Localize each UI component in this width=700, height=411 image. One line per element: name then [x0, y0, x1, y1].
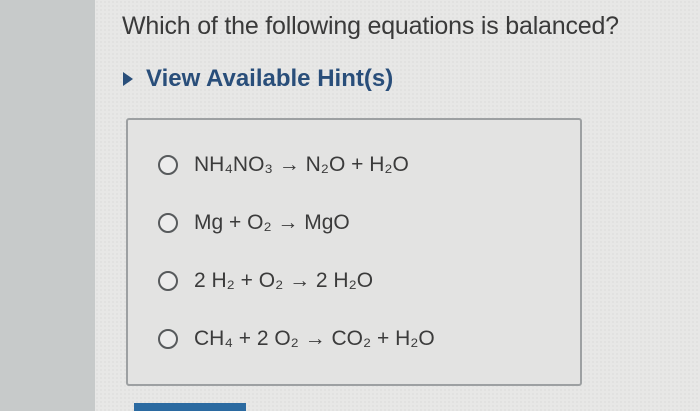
radio-button[interactable]: [158, 155, 178, 175]
question-text: Which of the following equations is bala…: [122, 12, 619, 40]
radio-button[interactable]: [158, 213, 178, 233]
answer-option-label: NH₄NO₃ → N₂O + H₂O: [194, 153, 409, 176]
answer-option-label: CH₄ + 2 O₂ → CO₂ + H₂O: [194, 327, 435, 350]
view-hints-toggle[interactable]: View Available Hint(s): [118, 62, 393, 96]
answer-option[interactable]: 2 H₂ + O₂ → 2 H₂O: [158, 266, 373, 296]
answer-option[interactable]: Mg + O₂ → MgO: [158, 208, 350, 238]
answer-option-label: Mg + O₂ → MgO: [194, 211, 350, 234]
caret-right-icon: [118, 62, 138, 96]
answer-option[interactable]: NH₄NO₃ → N₂O + H₂O: [158, 150, 409, 180]
radio-button[interactable]: [158, 329, 178, 349]
answer-option[interactable]: CH₄ + 2 O₂ → CO₂ + H₂O: [158, 324, 435, 354]
submit-button[interactable]: [134, 403, 246, 411]
view-hints-label: View Available Hint(s): [146, 65, 394, 92]
left-margin: [0, 0, 95, 411]
answer-option-label: 2 H₂ + O₂ → 2 H₂O: [194, 269, 374, 292]
answer-options: NH₄NO₃ → N₂O + H₂O Mg + O₂ → MgO 2 H₂ + …: [126, 118, 582, 386]
radio-button[interactable]: [158, 271, 178, 291]
